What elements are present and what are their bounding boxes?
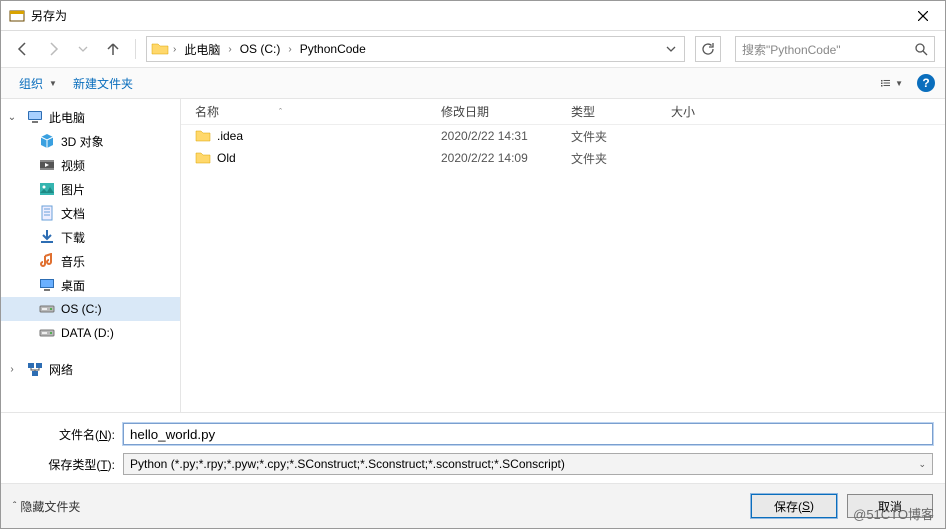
search-icon xyxy=(915,43,928,56)
action-bar: ˆ 隐藏文件夹 保存(S) 取消 xyxy=(1,483,945,528)
organize-button[interactable]: 组织▼ xyxy=(11,72,65,95)
sidebar-item[interactable]: 文档 xyxy=(1,201,180,225)
image-icon xyxy=(39,181,55,197)
sidebar-item-network[interactable]: › 网络 xyxy=(1,357,180,381)
folder-icon xyxy=(195,128,211,144)
file-date: 2020/2/22 14:31 xyxy=(441,129,571,143)
col-size[interactable]: 大小 xyxy=(671,103,751,120)
sidebar-item-this-pc[interactable]: ⌄ 此电脑 xyxy=(1,105,180,129)
refresh-button[interactable] xyxy=(695,36,721,62)
drive-icon xyxy=(39,325,55,341)
breadcrumb-bar[interactable]: › 此电脑 › OS (C:) › PythonCode xyxy=(146,36,685,62)
file-name: Old xyxy=(217,151,236,165)
breadcrumb-item[interactable]: PythonCode xyxy=(296,40,370,58)
sidebar-label: 3D 对象 xyxy=(61,133,104,150)
file-date: 2020/2/22 14:09 xyxy=(441,151,571,165)
sidebar-label: 此电脑 xyxy=(49,109,85,126)
col-type[interactable]: 类型 xyxy=(571,103,671,120)
file-row[interactable]: Old 2020/2/22 14:09文件夹 xyxy=(181,147,945,169)
sidebar-item[interactable]: 音乐 xyxy=(1,249,180,273)
search-placeholder: 搜索"PythonCode" xyxy=(742,41,841,58)
title-bar: 另存为 xyxy=(1,1,945,31)
filename-label: 文件名(N): xyxy=(13,426,123,443)
sidebar-label: 视频 xyxy=(61,157,85,174)
up-button[interactable] xyxy=(101,37,125,61)
file-type: 文件夹 xyxy=(571,150,671,167)
drive-icon xyxy=(39,301,55,317)
sort-asc-icon: ˆ xyxy=(279,107,282,117)
breadcrumb-item[interactable]: OS (C:) xyxy=(236,40,285,58)
sidebar-label: 文档 xyxy=(61,205,85,222)
search-input[interactable]: 搜索"PythonCode" xyxy=(735,36,935,62)
chevron-right-icon: › xyxy=(286,44,293,55)
expand-icon[interactable]: › xyxy=(7,364,17,375)
hide-folders-button[interactable]: ˆ 隐藏文件夹 xyxy=(13,498,80,515)
folder-icon xyxy=(151,40,169,58)
folder-icon xyxy=(195,150,211,166)
network-icon xyxy=(27,361,43,377)
column-headers: 名称ˆ 修改日期 类型 大小 xyxy=(181,99,945,125)
sidebar: ⌄ 此电脑 3D 对象视频图片文档下载音乐桌面OS (C:)DATA (D:) … xyxy=(1,99,181,412)
col-name[interactable]: 名称ˆ xyxy=(181,103,441,120)
new-folder-button[interactable]: 新建文件夹 xyxy=(65,72,141,95)
sidebar-item[interactable]: 图片 xyxy=(1,177,180,201)
sidebar-item[interactable]: 3D 对象 xyxy=(1,129,180,153)
save-form: 文件名(N): 保存类型(T): Python (*.py;*.rpy;*.py… xyxy=(1,412,945,483)
path-dropdown-icon[interactable] xyxy=(662,44,680,54)
file-row[interactable]: .idea 2020/2/22 14:31文件夹 xyxy=(181,125,945,147)
collapse-icon[interactable]: ⌄ xyxy=(7,112,17,123)
save-button[interactable]: 保存(S) xyxy=(751,494,837,518)
col-date[interactable]: 修改日期 xyxy=(441,103,571,120)
sidebar-item[interactable]: 视频 xyxy=(1,153,180,177)
sidebar-item[interactable]: 下载 xyxy=(1,225,180,249)
window-title: 另存为 xyxy=(31,7,67,24)
file-name: .idea xyxy=(217,129,243,143)
video-icon xyxy=(39,157,55,173)
toolbar: 组织▼ 新建文件夹 ▼ ? xyxy=(1,67,945,99)
sidebar-item[interactable]: OS (C:) xyxy=(1,297,180,321)
breadcrumb-item[interactable]: 此电脑 xyxy=(180,39,224,60)
sidebar-label: 图片 xyxy=(61,181,85,198)
sidebar-label: 下载 xyxy=(61,229,85,246)
doc-icon xyxy=(39,205,55,221)
filename-input[interactable] xyxy=(123,423,933,445)
cancel-button[interactable]: 取消 xyxy=(847,494,933,518)
app-icon xyxy=(9,8,25,24)
nav-bar: › 此电脑 › OS (C:) › PythonCode 搜索"PythonCo… xyxy=(1,31,945,67)
divider xyxy=(135,39,136,59)
chevron-right-icon: › xyxy=(226,44,233,55)
chevron-down-icon: ⌄ xyxy=(918,459,926,470)
cube-icon xyxy=(39,133,55,149)
view-button[interactable]: ▼ xyxy=(881,74,903,92)
filetype-value: Python (*.py;*.rpy;*.pyw;*.cpy;*.SConstr… xyxy=(130,457,565,471)
filetype-label: 保存类型(T): xyxy=(13,456,123,473)
chevron-down-icon: ▼ xyxy=(49,79,57,88)
sidebar-item[interactable]: DATA (D:) xyxy=(1,321,180,345)
sidebar-label: 桌面 xyxy=(61,277,85,294)
chevron-up-icon: ˆ xyxy=(13,501,16,512)
chevron-down-icon: ▼ xyxy=(895,79,903,88)
download-icon xyxy=(39,229,55,245)
music-icon xyxy=(39,253,55,269)
chevron-right-icon: › xyxy=(171,44,178,55)
close-button[interactable] xyxy=(900,1,945,31)
file-type: 文件夹 xyxy=(571,128,671,145)
file-pane: 名称ˆ 修改日期 类型 大小 .idea2020/2/22 14:31文件夹Ol… xyxy=(181,99,945,412)
sidebar-label: OS (C:) xyxy=(61,302,102,316)
desktop-icon xyxy=(39,277,55,293)
back-button[interactable] xyxy=(11,37,35,61)
sidebar-label: 音乐 xyxy=(61,253,85,270)
pc-icon xyxy=(27,109,43,125)
sidebar-label: 网络 xyxy=(49,361,73,378)
sidebar-label: DATA (D:) xyxy=(61,326,114,340)
forward-button[interactable] xyxy=(41,37,65,61)
sidebar-item[interactable]: 桌面 xyxy=(1,273,180,297)
filetype-select[interactable]: Python (*.py;*.rpy;*.pyw;*.cpy;*.SConstr… xyxy=(123,453,933,475)
recent-dropdown[interactable] xyxy=(71,37,95,61)
help-button[interactable]: ? xyxy=(917,74,935,92)
